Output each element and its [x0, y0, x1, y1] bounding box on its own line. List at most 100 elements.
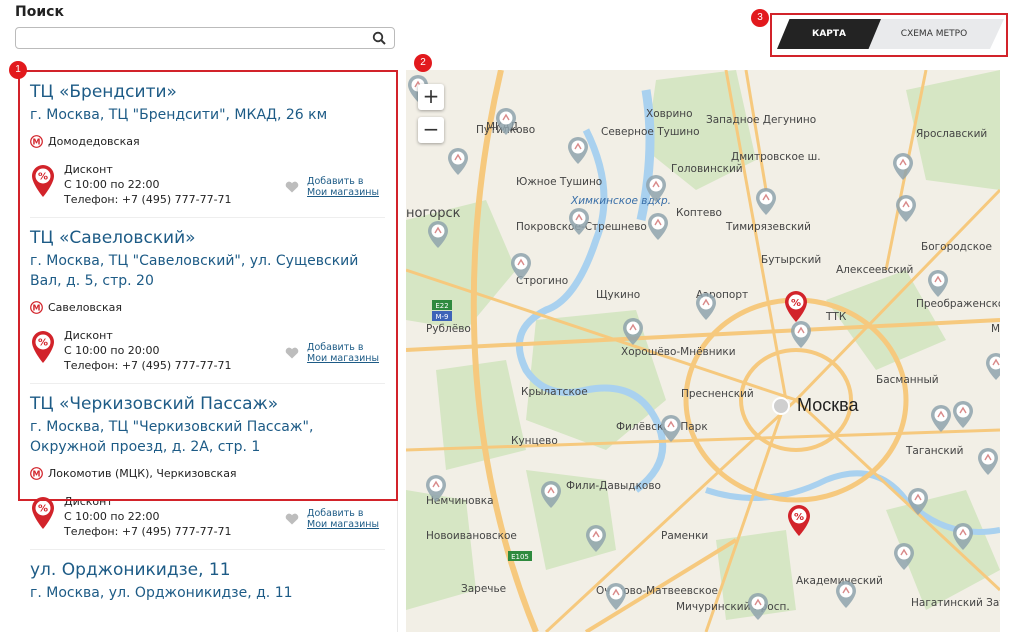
store-pin-icon[interactable]	[791, 321, 811, 348]
map-label: Пресненский	[681, 388, 754, 400]
svg-text:M: M	[33, 137, 41, 146]
store-name[interactable]: ТЦ «Черкизовский Пассаж»	[30, 394, 385, 414]
map-label: Мо	[991, 323, 1000, 335]
store-pin-icon[interactable]	[986, 353, 1000, 380]
add-to-my-stores[interactable]: Добавить в Мои магазины	[285, 342, 379, 364]
offer-row: % Дисконт С 10:00 по 22:00 Телефон: +7 (…	[30, 494, 385, 550]
discount-pin[interactable]: %	[788, 505, 810, 536]
metro-scheme-tab[interactable]: СХЕМА МЕТРО	[864, 19, 1004, 49]
store-pin-icon[interactable]	[978, 448, 998, 475]
metro-name: Савеловская	[48, 301, 122, 314]
store-pin-icon[interactable]	[696, 293, 716, 320]
zoom-in-button[interactable]: +	[418, 84, 444, 110]
store-address: г. Москва, ТЦ "Брендсити", МКАД, 26 км	[30, 107, 328, 123]
heart-icon[interactable]	[285, 181, 299, 193]
add-to-my-stores-link[interactable]: Добавить в Мои магазины	[307, 342, 379, 364]
map-label: Крылатское	[521, 386, 588, 398]
map-label: Ярославский	[916, 128, 987, 140]
offer-text: Дисконт С 10:00 по 20:00 Телефон: +7 (49…	[64, 328, 232, 373]
map-label: Басманный	[876, 374, 939, 386]
map-label: ногорск	[406, 206, 461, 221]
heart-icon[interactable]	[285, 347, 299, 359]
store-item[interactable]: ТЦ «Савеловский» г. Москва, ТЦ "Савеловс…	[18, 218, 397, 384]
search-field[interactable]	[15, 27, 395, 49]
svg-text:%: %	[38, 172, 48, 183]
store-address: г. Москва, ТЦ "Савеловский", ул. Сущевск…	[30, 253, 359, 289]
store-pin-icon[interactable]	[836, 581, 856, 608]
map-label: Мичуринский просп.	[676, 601, 790, 613]
map-tab[interactable]: КАРТА	[777, 19, 881, 49]
map-label: Коптево	[676, 207, 722, 219]
map-view[interactable]: ПутилковоХовриноЗападное ДегуниноСеверно…	[406, 70, 1000, 632]
offer-text: Дисконт С 10:00 по 22:00 Телефон: +7 (49…	[64, 162, 232, 207]
store-pin-icon[interactable]	[928, 270, 948, 297]
city-marker-icon	[772, 397, 790, 415]
svg-text:M-9: M-9	[435, 313, 448, 321]
discount-pin[interactable]: %	[785, 291, 807, 322]
search-input[interactable]	[22, 29, 362, 49]
map-label: Новоивановское	[426, 530, 517, 542]
add-to-my-stores-link[interactable]: Добавить в Мои магазины	[307, 508, 379, 530]
store-item[interactable]: ТЦ «Черкизовский Пассаж» г. Москва, ТЦ "…	[18, 384, 397, 550]
map-label: Южное Тушино	[516, 176, 602, 188]
map-label: Головинский	[671, 163, 743, 175]
add-to-my-stores[interactable]: Добавить в Мои магазины	[285, 508, 379, 530]
metro-icon: M	[30, 467, 43, 480]
store-pin-icon[interactable]	[448, 148, 468, 175]
store-pin-icon[interactable]	[568, 137, 588, 164]
offer-row: % Дисконт С 10:00 по 20:00 Телефон: +7 (…	[30, 328, 385, 384]
annotation-badge-1: 1	[9, 61, 27, 79]
map-label: Западное Дегунино	[706, 114, 816, 126]
map-label: Заречье	[461, 583, 506, 595]
svg-text:E22: E22	[435, 302, 448, 310]
map-label: Щукино	[596, 289, 640, 301]
store-pin-icon[interactable]	[893, 153, 913, 180]
svg-text:%: %	[794, 512, 804, 523]
store-pin-icon[interactable]	[931, 405, 951, 432]
map-label: Фили-Давыдково	[566, 480, 661, 492]
offer-phone: Телефон: +7 (495) 777-77-71	[64, 359, 232, 372]
store-item[interactable]: ТЦ «Брендсити» г. Москва, ТЦ "Брендсити"…	[18, 72, 397, 218]
offer-type: Дисконт	[64, 163, 113, 176]
discount-pin-icon: %	[32, 497, 54, 529]
map-label: Алексеевский	[836, 264, 913, 276]
add-to-my-stores-link[interactable]: Добавить в Мои магазины	[307, 176, 379, 198]
store-name[interactable]: ТЦ «Савеловский»	[30, 228, 385, 248]
road-shield-e22: E22	[432, 300, 452, 310]
store-pin-icon[interactable]	[756, 188, 776, 215]
annotation-badge-3: 3	[751, 9, 769, 27]
svg-text:%: %	[38, 504, 48, 515]
store-pin-icon[interactable]	[648, 213, 668, 240]
add-to-my-stores[interactable]: Добавить в Мои магазины	[285, 176, 379, 198]
metro-name: Домодедовская	[48, 135, 140, 148]
map-label: Ховрино	[646, 108, 693, 120]
metro-icon: M	[30, 301, 43, 314]
store-pin-icon[interactable]	[953, 401, 973, 428]
map-label: Преображенское	[916, 298, 1000, 310]
map-label: Бутырский	[761, 254, 821, 266]
store-name[interactable]: ТЦ «Брендсити»	[30, 82, 385, 102]
metro-name: Локомотив (МЦК), Черкизовская	[48, 467, 237, 480]
map-label: ТТК	[825, 311, 847, 323]
offer-phone: Телефон: +7 (495) 777-77-71	[64, 525, 232, 538]
store-name[interactable]: ул. Орджоникидзе, 11	[30, 560, 385, 580]
store-item[interactable]: ул. Орджоникидзе, 11 г. Москва, ул. Ордж…	[18, 550, 397, 603]
map-label: Тимирязевский	[725, 221, 811, 233]
store-pin-icon[interactable]	[606, 583, 626, 610]
map-label: Богородское	[921, 241, 992, 253]
map-label: Дмитровское ш.	[731, 151, 821, 163]
offer-text: Дисконт С 10:00 по 22:00 Телефон: +7 (49…	[64, 494, 232, 539]
zoom-out-button[interactable]: −	[418, 117, 444, 143]
offer-hours: С 10:00 по 20:00	[64, 344, 160, 357]
svg-text:E105: E105	[511, 553, 529, 561]
search-icon[interactable]	[372, 31, 386, 45]
store-pin-icon[interactable]	[896, 195, 916, 222]
map-canvas[interactable]: ПутилковоХовриноЗападное ДегуниноСеверно…	[406, 70, 1000, 632]
annotation-badge-2: 2	[414, 54, 432, 72]
map-label: Северное Тушино	[601, 126, 700, 138]
heart-icon[interactable]	[285, 513, 299, 525]
view-toggle[interactable]: СХЕМА МЕТРО КАРТА	[770, 13, 1008, 57]
store-list[interactable]: ТЦ «Брендсити» г. Москва, ТЦ "Брендсити"…	[18, 72, 398, 632]
map-label: Таганский	[905, 445, 963, 457]
map-label: Нагатинский Затон	[911, 597, 1000, 609]
